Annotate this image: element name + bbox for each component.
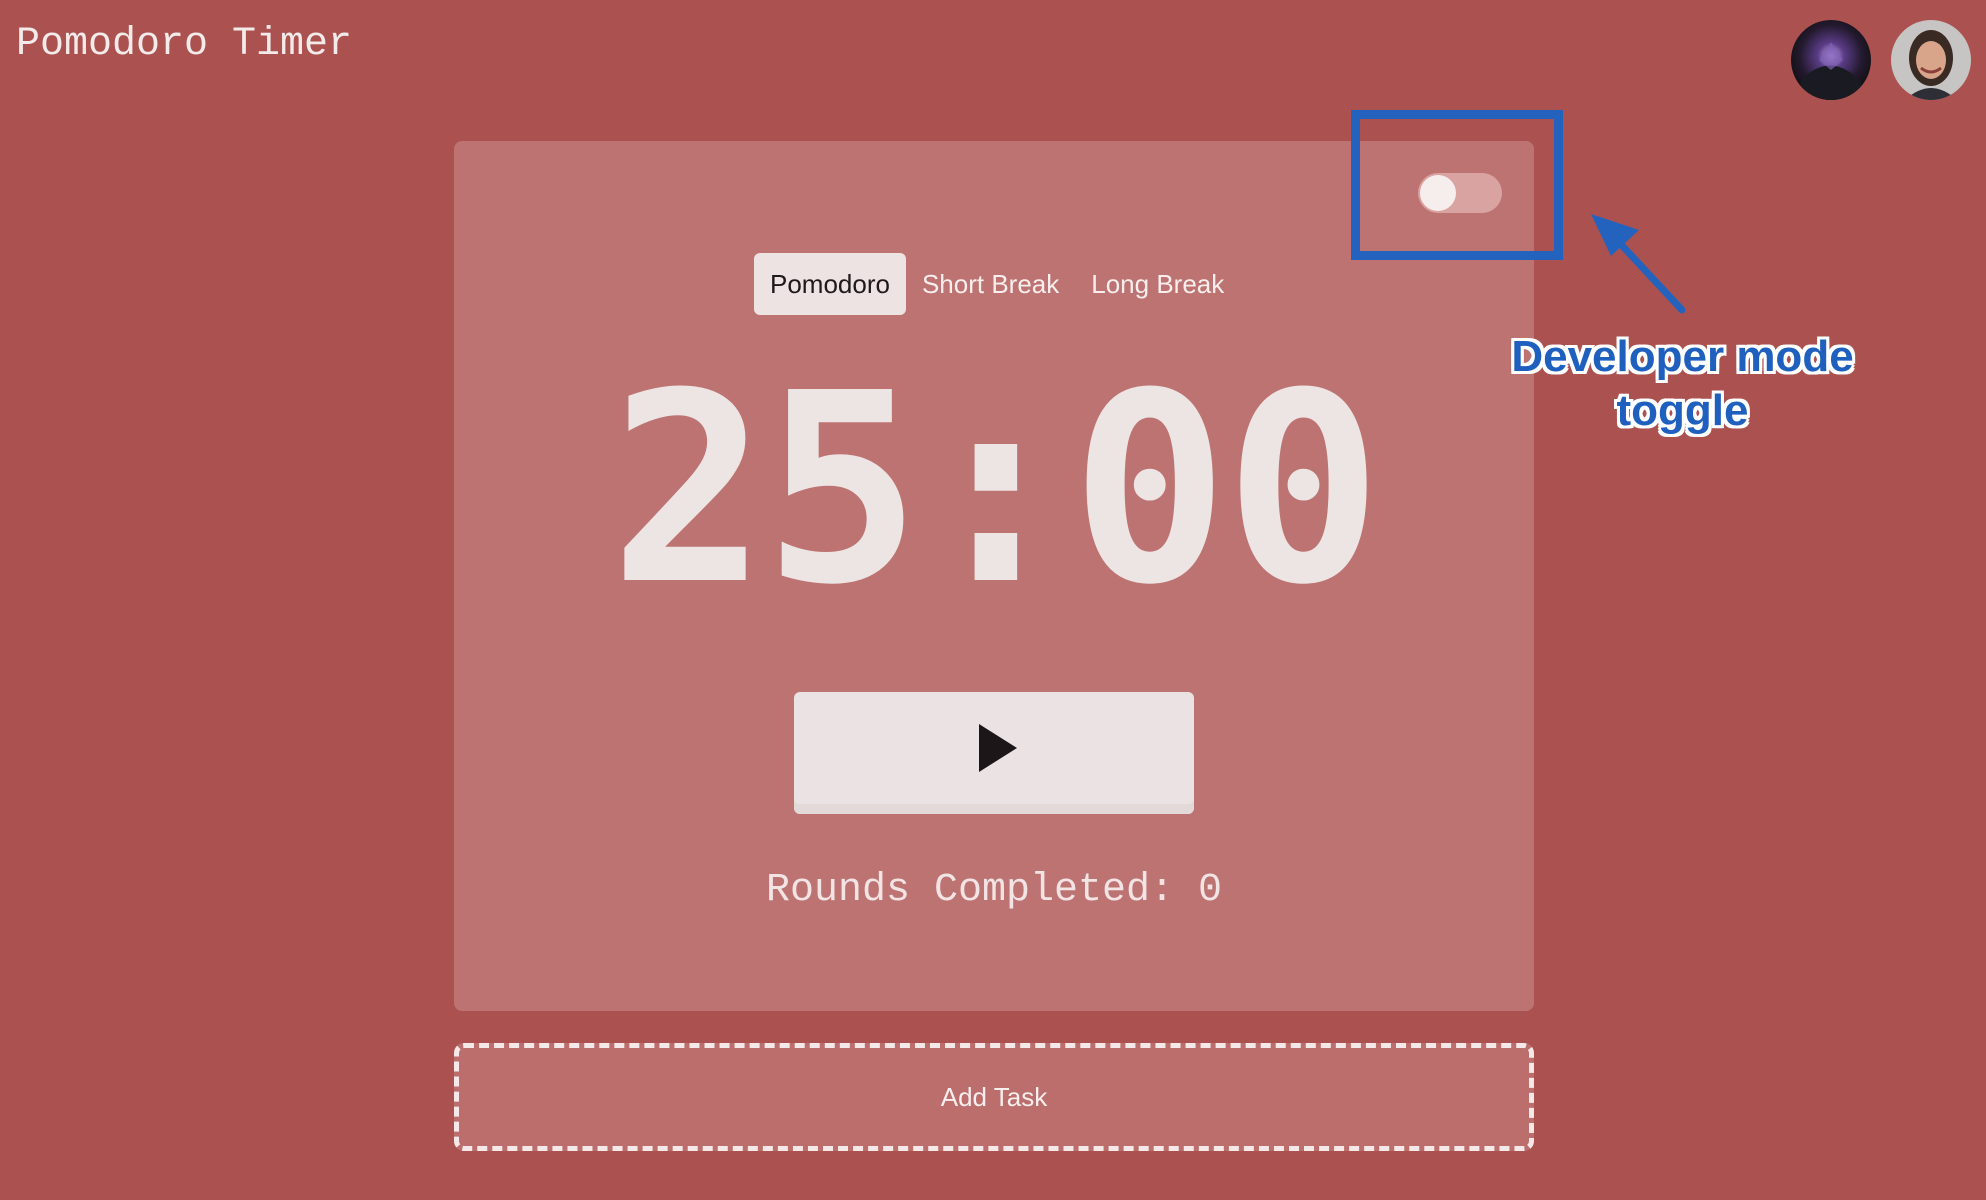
tab-pomodoro[interactable]: Pomodoro bbox=[754, 253, 906, 315]
timer-display: 25:00 bbox=[609, 337, 1383, 642]
tab-short-break[interactable]: Short Break bbox=[906, 253, 1075, 315]
annotation-label: Developer mode toggle bbox=[1490, 330, 1875, 438]
user-avatar-2[interactable] bbox=[1891, 20, 1971, 100]
user-avatar-1[interactable] bbox=[1791, 20, 1871, 100]
user-avatar-photo-icon bbox=[1891, 20, 1971, 100]
tab-long-break[interactable]: Long Break bbox=[1075, 253, 1240, 315]
mode-tabs: Pomodoro Short Break Long Break bbox=[754, 253, 1240, 315]
annotation-arrow-icon bbox=[1591, 214, 1686, 314]
app-title: Pomodoro Timer bbox=[16, 22, 353, 67]
add-task-button[interactable]: Add Task bbox=[454, 1043, 1534, 1151]
annotation-highlight-box bbox=[1351, 110, 1563, 260]
start-button[interactable] bbox=[794, 692, 1194, 814]
user-avatar-dark-icon bbox=[1791, 20, 1871, 100]
rounds-completed: Rounds Completed: 0 bbox=[765, 868, 1223, 913]
play-icon bbox=[979, 724, 1017, 772]
annotation-label-line2: toggle bbox=[1616, 386, 1749, 435]
annotation-label-line1: Developer mode bbox=[1511, 332, 1854, 381]
